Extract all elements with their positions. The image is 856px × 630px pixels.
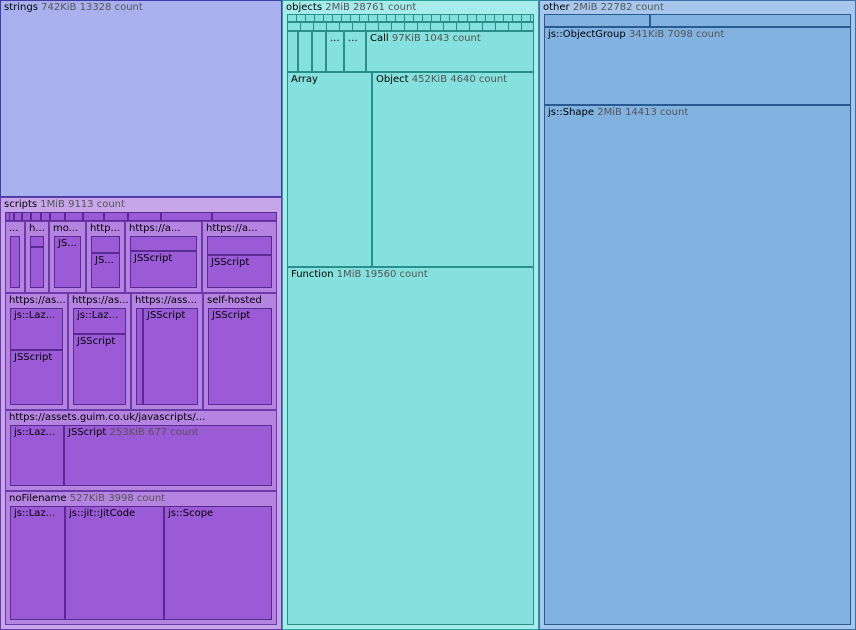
script-child-block[interactable] — [136, 308, 143, 405]
scripts-label: scripts 1MiB 9113 count — [4, 199, 125, 210]
scripts-sliver[interactable] — [83, 212, 104, 221]
script-child-block[interactable]: JSScript — [143, 308, 198, 405]
script-child-label: JSScript — [211, 257, 250, 268]
other-small-block[interactable] — [544, 14, 650, 27]
strings-block[interactable]: strings 742KiB 13328 count — [0, 0, 282, 197]
strings-label: strings 742KiB 13328 count — [4, 2, 143, 13]
scripts-sliver[interactable] — [65, 212, 83, 221]
script-child-block[interactable]: js::Laz... — [10, 308, 63, 350]
scripts-sliver[interactable] — [41, 212, 50, 221]
script-child-block[interactable]: js::Laz... — [10, 506, 65, 620]
script-source-label: h... — [29, 223, 45, 234]
scripts-sliver[interactable] — [14, 212, 22, 221]
script-source-label: https://a... — [206, 223, 258, 234]
objectgroup-label: js::ObjectGroup 341KiB 7098 count — [548, 29, 725, 40]
script-child-label: JS... — [95, 255, 114, 266]
objects-small-block[interactable] — [287, 31, 298, 72]
script-child-block[interactable] — [207, 236, 272, 255]
script-child-label: js::Laz... — [14, 310, 56, 321]
object-block[interactable]: Object 452KiB 4640 count — [372, 72, 534, 267]
call-label: Call 97KiB 1043 count — [370, 33, 481, 44]
script-source-label: ... — [9, 223, 19, 234]
script-child-label: JSScript — [147, 310, 186, 321]
scripts-sliver[interactable] — [128, 212, 161, 221]
function-label: Function 1MiB 19560 count — [291, 269, 428, 280]
script-child-label: js::Laz... — [14, 508, 56, 519]
jsscript-block[interactable]: JSScript 253KiB 677 count — [64, 425, 272, 486]
scripts-sliver[interactable] — [104, 212, 128, 221]
objects-small-block[interactable] — [312, 31, 326, 72]
script-child-label: JSScript — [134, 253, 173, 264]
object-label: Object 452KiB 4640 count — [376, 74, 508, 85]
script-child-block[interactable]: JSScript — [130, 251, 197, 288]
call-block[interactable]: Call 97KiB 1043 count — [366, 31, 534, 72]
script-child-block[interactable]: js::Laz... — [73, 308, 126, 334]
objects-small-label: ... — [348, 33, 358, 44]
script-child-block[interactable]: JSScript — [207, 255, 272, 288]
script-child-block[interactable]: JSScript — [73, 334, 126, 405]
array-block[interactable]: Array — [287, 72, 372, 267]
objects-small-block[interactable]: ... — [326, 31, 344, 72]
objects-small-block[interactable]: ... — [344, 31, 366, 72]
objectgroup-block[interactable]: js::ObjectGroup 341KiB 7098 count — [544, 27, 851, 105]
script-child-block[interactable] — [30, 247, 44, 288]
objects-label: objects 2MiB 28761 count — [286, 2, 417, 13]
script-child-label: js::Laz... — [77, 310, 119, 321]
scope-block[interactable]: js::Scope — [164, 506, 272, 620]
shape-label: js::Shape 2MiB 14413 count — [548, 107, 689, 118]
script-child-block[interactable]: JSScript — [10, 350, 63, 405]
script-source-label: https://as... — [9, 295, 66, 306]
script-child-block[interactable]: JS... — [54, 236, 81, 288]
objects-small-row[interactable] — [287, 22, 534, 31]
objects-small-block[interactable] — [298, 31, 312, 72]
objects-sliver-strip[interactable] — [287, 14, 534, 22]
script-child-block[interactable]: JS... — [91, 253, 120, 288]
scripts-sliver[interactable] — [50, 212, 65, 221]
other-label: other 2MiB 22782 count — [543, 2, 664, 13]
scope-label: js::Scope — [168, 508, 214, 519]
script-child-label: JSScript — [212, 310, 251, 321]
array-label: Array — [291, 74, 318, 85]
script-child-block[interactable] — [10, 236, 20, 288]
scripts-sliver[interactable] — [31, 212, 41, 221]
script-child-label: JSScript — [14, 352, 53, 363]
other-small-block[interactable] — [650, 14, 851, 27]
script-child-block[interactable] — [91, 236, 120, 253]
script-source-label: https://as... — [72, 295, 129, 306]
jsscript-label: JSScript 253KiB 677 count — [68, 427, 199, 438]
script-child-block[interactable]: JSScript — [208, 308, 272, 405]
script-child-label: js::Laz... — [14, 427, 56, 438]
objects-small-label: ... — [330, 33, 340, 44]
function-block[interactable]: Function 1MiB 19560 count — [287, 267, 534, 625]
scripts-sliver[interactable] — [22, 212, 31, 221]
shape-block[interactable]: js::Shape 2MiB 14413 count — [544, 105, 851, 625]
script-child-block[interactable]: js::Laz... — [10, 425, 64, 486]
script-source-label: https://assets.guim.co.uk/javascripts/..… — [9, 412, 206, 423]
nofilename-label: noFilename 527KiB 3998 count — [9, 493, 166, 504]
script-source-label: mo... — [53, 223, 79, 234]
scripts-sliver[interactable] — [161, 212, 212, 221]
script-child-block[interactable] — [130, 236, 197, 251]
script-source-label: https://ass... — [135, 295, 197, 306]
jitcode-block[interactable]: js::jit::JitCode — [65, 506, 164, 620]
script-source-label: https://a... — [129, 223, 181, 234]
script-child-label: JSScript — [77, 336, 116, 347]
script-child-label: JS... — [58, 238, 77, 249]
scripts-sliver[interactable] — [212, 212, 277, 221]
script-child-block[interactable] — [30, 236, 44, 247]
jitcode-label: js::jit::JitCode — [69, 508, 136, 519]
script-source-label: http... — [90, 223, 121, 234]
script-source-label: self-hosted — [207, 295, 262, 306]
